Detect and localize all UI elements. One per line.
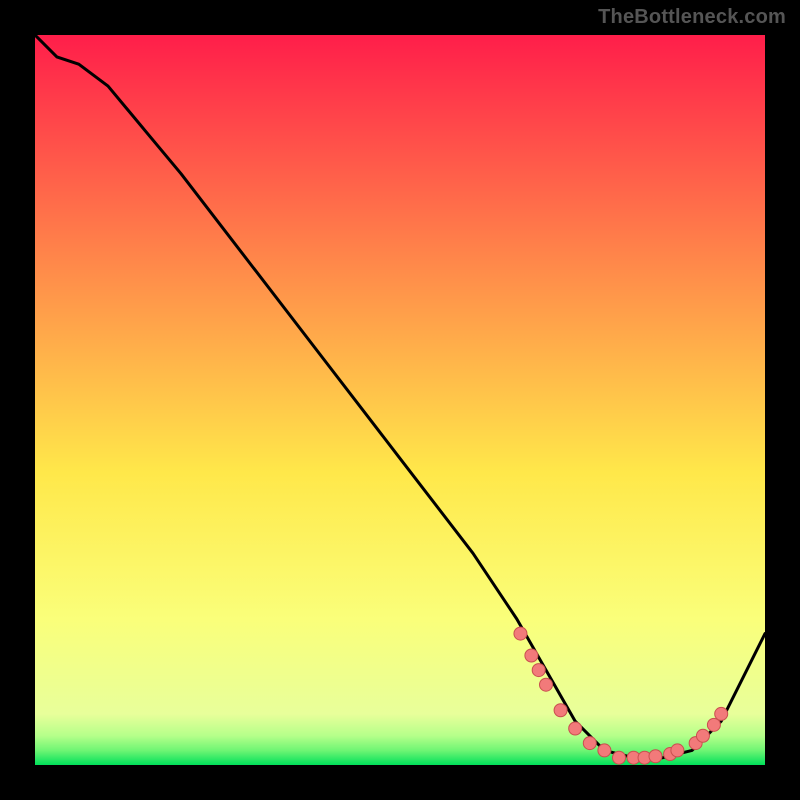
data-dot [554,704,567,717]
plot-area [35,35,765,765]
data-dot [525,649,538,662]
attribution-text: TheBottleneck.com [598,6,786,29]
data-dot [514,627,527,640]
gradient-background [35,35,765,765]
data-dot [715,707,728,720]
chart-frame: TheBottleneck.com [0,0,800,800]
data-dot [569,722,582,735]
data-dot [671,744,684,757]
data-dot [696,729,709,742]
data-dot [583,737,596,750]
data-dot [649,750,662,763]
data-dot [598,744,611,757]
chart-svg [35,35,765,765]
data-dot [540,678,553,691]
data-dot [613,751,626,764]
data-dot [532,664,545,677]
